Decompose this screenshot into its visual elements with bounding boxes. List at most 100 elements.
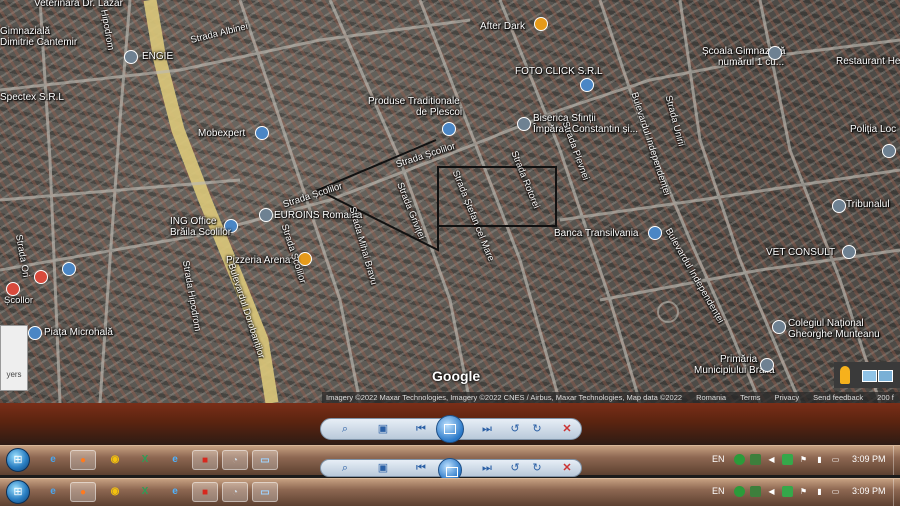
rotate-left-icon[interactable]: ↺ <box>507 422 523 436</box>
rotate-left-icon[interactable]: ↺ <box>507 461 523 475</box>
label-foto-click[interactable]: FOTO CLICK S.R.L <box>515 66 603 78</box>
volume-icon[interactable]: ◀ <box>766 486 777 497</box>
update-tray-icon[interactable] <box>782 454 793 465</box>
map-tile-icon[interactable] <box>878 370 893 382</box>
previous-icon[interactable]: ⏮ <box>413 422 429 436</box>
google-logo: Google <box>432 368 481 384</box>
place-pin-icon[interactable] <box>760 358 774 372</box>
label-imparati[interactable]: Împărați Constantin și... <box>533 124 638 136</box>
school-pin-icon[interactable] <box>768 46 782 60</box>
label-vet-consult[interactable]: VET CONSULT <box>766 247 835 259</box>
app-tray-icon[interactable] <box>750 454 761 465</box>
edge-icon[interactable]: e <box>162 450 188 470</box>
shopping-pin-icon[interactable] <box>580 78 594 92</box>
zoom-icon[interactable]: ⌕ <box>337 461 353 475</box>
label-tribunalul[interactable]: Tribunalul <box>846 199 890 211</box>
excel-icon[interactable]: X <box>132 482 158 502</box>
start-orb-icon[interactable]: ⊞ <box>6 448 30 472</box>
label-piata[interactable]: Piața Microhală <box>44 327 113 339</box>
actual-size-icon[interactable]: ▣ <box>375 461 391 475</box>
photo-viewer-icon[interactable]: ▭ <box>252 482 278 502</box>
next-icon[interactable]: ⏭ <box>479 422 495 436</box>
label-after-dark[interactable]: After Dark <box>480 21 525 33</box>
update-tray-icon[interactable] <box>782 486 793 497</box>
firefox-icon[interactable]: ● <box>70 450 96 470</box>
place-pin-icon[interactable] <box>124 50 138 64</box>
bank-pin-icon[interactable] <box>648 226 662 240</box>
edge-icon[interactable]: e <box>162 482 188 502</box>
label-politia[interactable]: Poliția Loc <box>850 124 896 136</box>
speedometer-icon[interactable]: ◔ <box>222 482 248 502</box>
language-indicator[interactable]: EN <box>712 454 725 464</box>
delete-icon[interactable]: ✕ <box>559 461 575 475</box>
place-pin-icon[interactable] <box>832 199 846 213</box>
actual-size-icon[interactable]: ▣ <box>375 422 391 436</box>
speedometer-icon[interactable]: ◔ <box>222 450 248 470</box>
label-engie[interactable]: ENGIE <box>142 51 173 63</box>
language-indicator[interactable]: EN <box>712 486 725 496</box>
pegman-icon[interactable] <box>840 366 850 384</box>
place-pin-icon[interactable] <box>259 208 273 222</box>
volume-icon[interactable]: ◀ <box>766 454 777 465</box>
internet-explorer-icon[interactable]: e <box>40 482 66 502</box>
rotate-right-icon[interactable]: ↻ <box>529 422 545 436</box>
attribution-terms[interactable]: Terms <box>740 392 760 403</box>
shopping-pin-icon[interactable] <box>255 126 269 140</box>
delete-icon[interactable]: ✕ <box>559 422 575 436</box>
firefox-icon[interactable]: ● <box>70 482 96 502</box>
clock[interactable]: 3:09 PM <box>852 454 886 464</box>
show-desktop-button[interactable] <box>893 479 900 506</box>
app-tray-icon[interactable] <box>750 486 761 497</box>
pdf-reader-icon[interactable]: ■ <box>192 450 218 470</box>
network-icon[interactable]: ▮ <box>814 486 825 497</box>
slideshow-button[interactable] <box>436 415 464 443</box>
zoom-icon[interactable]: ⌕ <box>337 422 353 436</box>
church-pin-icon[interactable] <box>517 117 531 131</box>
satellite-map[interactable]: Veterinara Dr. Lazar Gimnazială Dimitrie… <box>0 0 900 403</box>
battery-icon[interactable]: ▭ <box>830 486 841 497</box>
shopping-pin-icon[interactable] <box>62 262 76 276</box>
start-orb-icon[interactable]: ⊞ <box>6 480 30 504</box>
label-restaurant[interactable]: Restaurant He <box>836 56 900 68</box>
chrome-icon[interactable]: ◉ <box>102 482 128 502</box>
market-pin-icon[interactable] <box>28 326 42 340</box>
antivirus-tray-icon[interactable] <box>734 454 745 465</box>
internet-explorer-icon[interactable]: e <box>40 450 66 470</box>
restaurant-pin-icon[interactable] <box>534 17 548 31</box>
label-banca[interactable]: Banca Transilvania <box>554 228 639 240</box>
label-munteanu[interactable]: Gheorghe Munteanu <box>788 329 880 341</box>
label-mobexpert[interactable]: Mobexpert <box>198 128 245 140</box>
show-desktop-button[interactable] <box>893 446 900 475</box>
flag-icon[interactable]: ⚑ <box>798 486 809 497</box>
school-pin-icon[interactable] <box>772 320 786 334</box>
chrome-icon[interactable]: ◉ <box>102 450 128 470</box>
label-veterinara[interactable]: Veterinara Dr. Lazar <box>34 0 123 10</box>
label-ing-braila[interactable]: Brăila Scolilor <box>170 227 231 239</box>
shopping-pin-icon[interactable] <box>34 270 48 284</box>
taskbar-duplicate: ⊞ e ● ◉ X e ■ ◔ ▭ EN ◀ ⚑ ▮ ▭ 3:09 PM <box>0 478 900 506</box>
pdf-reader-icon[interactable]: ■ <box>192 482 218 502</box>
attribution-scale[interactable]: 200 f <box>877 392 894 403</box>
excel-icon[interactable]: X <box>132 450 158 470</box>
shopping-pin-icon[interactable] <box>442 122 456 136</box>
attribution-privacy[interactable]: Privacy <box>775 392 800 403</box>
label-spectex[interactable]: Spectex S.R.L <box>0 92 64 104</box>
flag-icon[interactable]: ⚑ <box>798 454 809 465</box>
clock[interactable]: 3:09 PM <box>852 486 886 496</box>
photo-viewer-icon[interactable]: ▭ <box>252 450 278 470</box>
next-icon[interactable]: ⏭ <box>479 461 495 475</box>
previous-icon[interactable]: ⏮ <box>413 461 429 475</box>
place-pin-icon[interactable] <box>882 144 896 158</box>
attribution-feedback[interactable]: Send feedback <box>813 392 863 403</box>
battery-icon[interactable]: ▭ <box>830 454 841 465</box>
attribution-region[interactable]: Romania <box>696 392 726 403</box>
label-plescoi[interactable]: de Plescoi <box>416 107 462 119</box>
shopping-pin-icon[interactable] <box>6 282 20 296</box>
network-icon[interactable]: ▮ <box>814 454 825 465</box>
antivirus-tray-icon[interactable] <box>734 486 745 497</box>
place-pin-icon[interactable] <box>842 245 856 259</box>
rotate-right-icon[interactable]: ↻ <box>529 461 545 475</box>
label-cantemir[interactable]: Dimitrie Cantemir <box>0 37 77 49</box>
map-tile-icon[interactable] <box>862 370 877 382</box>
layers-thumbnail[interactable]: yers <box>0 325 28 391</box>
